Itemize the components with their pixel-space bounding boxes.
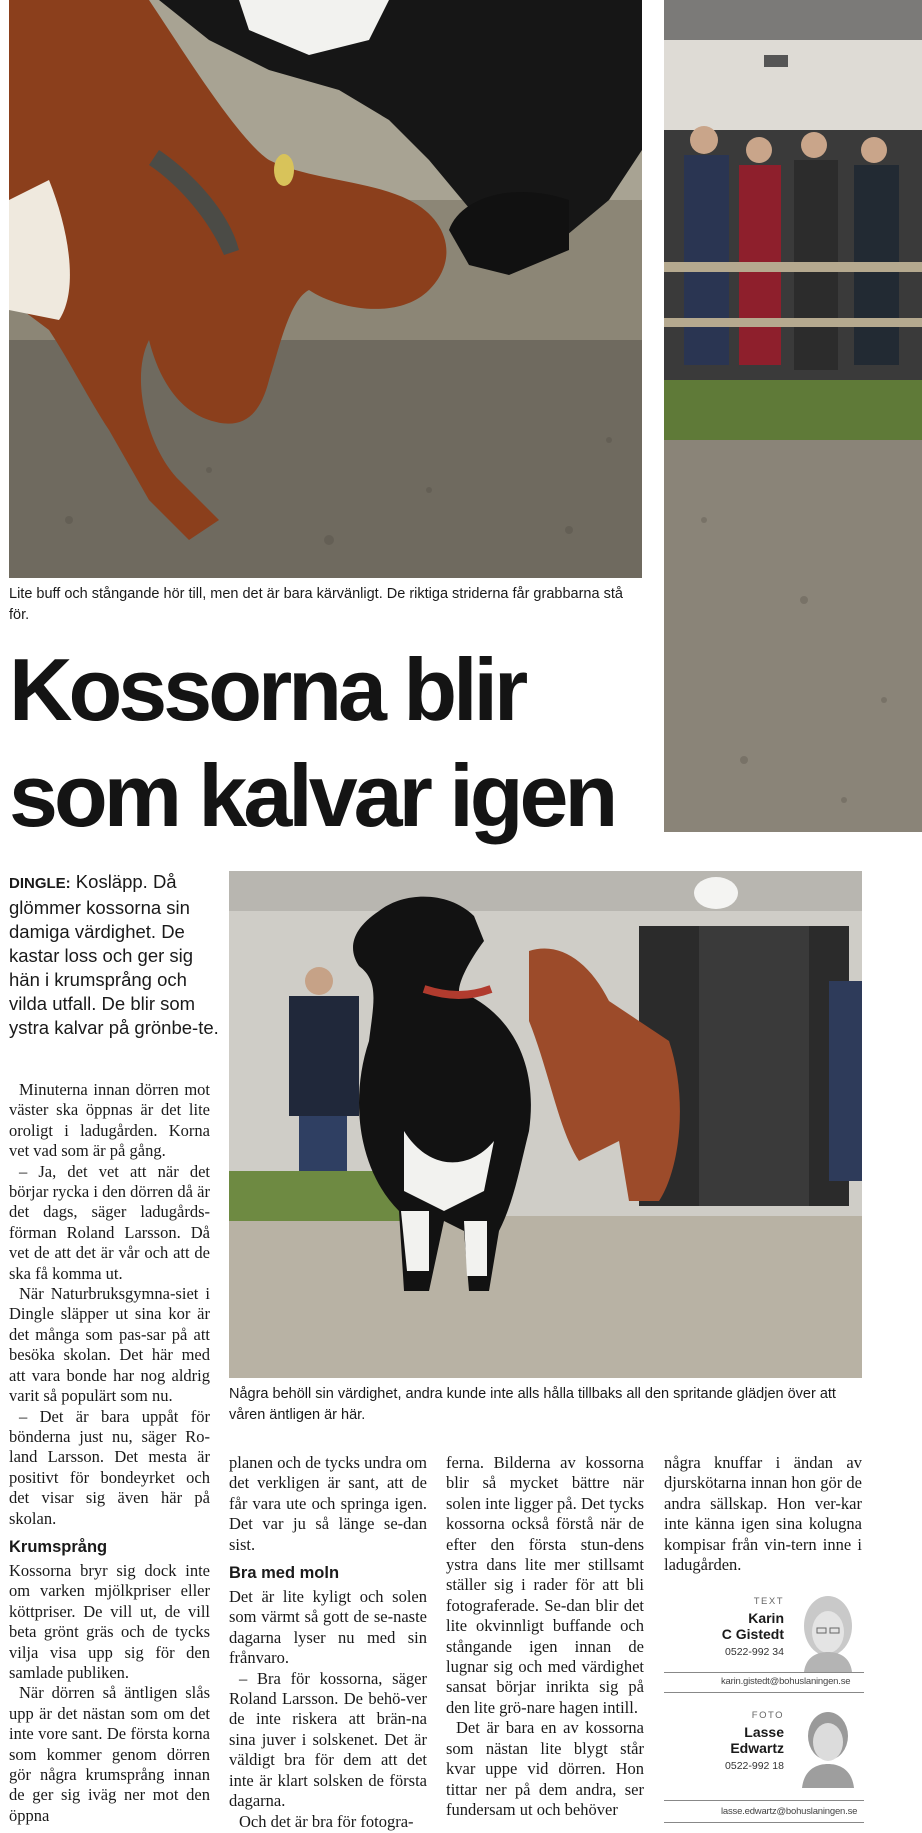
byline-divider — [664, 1800, 864, 1801]
lead-paragraph: DINGLE: Kosläpp. Då glömmer kossorna sin… — [9, 870, 219, 1040]
byline-divider — [664, 1672, 864, 1673]
byline-first-name: Karin — [748, 1610, 784, 1626]
body-paragraph: Det är lite kyligt och solen som värmt s… — [229, 1587, 427, 1668]
body-paragraph: några knuffar i ändan av djurskötarna in… — [664, 1453, 862, 1575]
body-paragraph: Kossorna bryr sig dock inte om varken mj… — [9, 1560, 210, 1682]
byline-first-name: Lasse — [744, 1724, 784, 1740]
body-paragraph: – Bra för kossorna, säger Roland Larsson… — [229, 1668, 427, 1811]
byline-role: TEXT — [753, 1596, 784, 1607]
subhead-krumsprang: Krumsprång — [9, 1537, 108, 1556]
byline-email: karin.gistedt@bohuslaningen.se — [721, 1676, 851, 1687]
photo-spectators — [664, 0, 922, 832]
byline-email: lasse.edwartz@bohuslaningen.se — [721, 1806, 858, 1817]
body-paragraph: – Det är bara uppåt för bönderna just nu… — [9, 1406, 210, 1528]
byline-name: Lasse Edwartz — [730, 1724, 784, 1756]
byline-role: FOTO — [751, 1710, 784, 1721]
body-paragraph: Det är bara en av kossorna som nästan li… — [446, 1718, 644, 1819]
byline-phone: 0522-992 18 — [725, 1760, 784, 1772]
byline-phone: 0522-992 34 — [725, 1646, 784, 1658]
byline-last-name: Edwartz — [730, 1740, 784, 1756]
headline-line-1: Kossorna blir — [9, 640, 528, 739]
photo-caption-mid: Några behöll sin värdighet, andra kunde … — [229, 1386, 836, 1423]
byline-divider — [664, 1692, 864, 1693]
photographer-portrait — [792, 1706, 864, 1788]
dateline: DINGLE: — [9, 875, 71, 892]
photo-black-cow — [229, 871, 862, 1378]
body-paragraph: När Naturbruksgymna-siet i Dingle släppe… — [9, 1284, 210, 1406]
body-column-4: några knuffar i ändan av djurskötarna in… — [664, 1453, 862, 1575]
body-paragraph: – Ja, det vet att när det börjar rycka i… — [9, 1161, 210, 1283]
byline-divider — [664, 1822, 864, 1823]
body-column-1: Minuterna innan dörren mot väster ska öp… — [9, 1080, 210, 1826]
byline-text-author: TEXT Karin C Gistedt 0522-992 34 karin.g… — [664, 1590, 864, 1696]
author-portrait — [792, 1590, 864, 1672]
byline-last-name: C Gistedt — [721, 1626, 784, 1642]
body-paragraph: planen och de tycks undra om det verklig… — [229, 1453, 427, 1554]
photo-cows-butting — [9, 0, 642, 578]
body-paragraph: När dörren så äntligen slås upp är det n… — [9, 1683, 210, 1825]
body-paragraph: ferna. Bilderna av kossorna blir så myck… — [446, 1453, 644, 1717]
lead-text: Kosläpp. Då glömmer kossorna sin damiga … — [9, 871, 219, 1038]
body-paragraph: Minuterna innan dörren mot väster ska öp… — [9, 1080, 210, 1161]
body-column-2: planen och de tycks undra om det verklig… — [229, 1453, 427, 1832]
byline-photographer: FOTO Lasse Edwartz 0522-992 18 lasse.edw… — [664, 1706, 864, 1825]
photo-caption-top: Lite buff och stångande hör till, men de… — [9, 586, 623, 623]
subhead-bra-med-moln: Bra med moln — [229, 1564, 340, 1583]
headline-line-2: som kalvar igen — [9, 746, 618, 845]
body-paragraph: Och det är bra för fotogra- — [239, 1811, 414, 1831]
byline-name: Karin C Gistedt — [722, 1610, 784, 1642]
body-column-3: ferna. Bilderna av kossorna blir så myck… — [446, 1453, 644, 1820]
